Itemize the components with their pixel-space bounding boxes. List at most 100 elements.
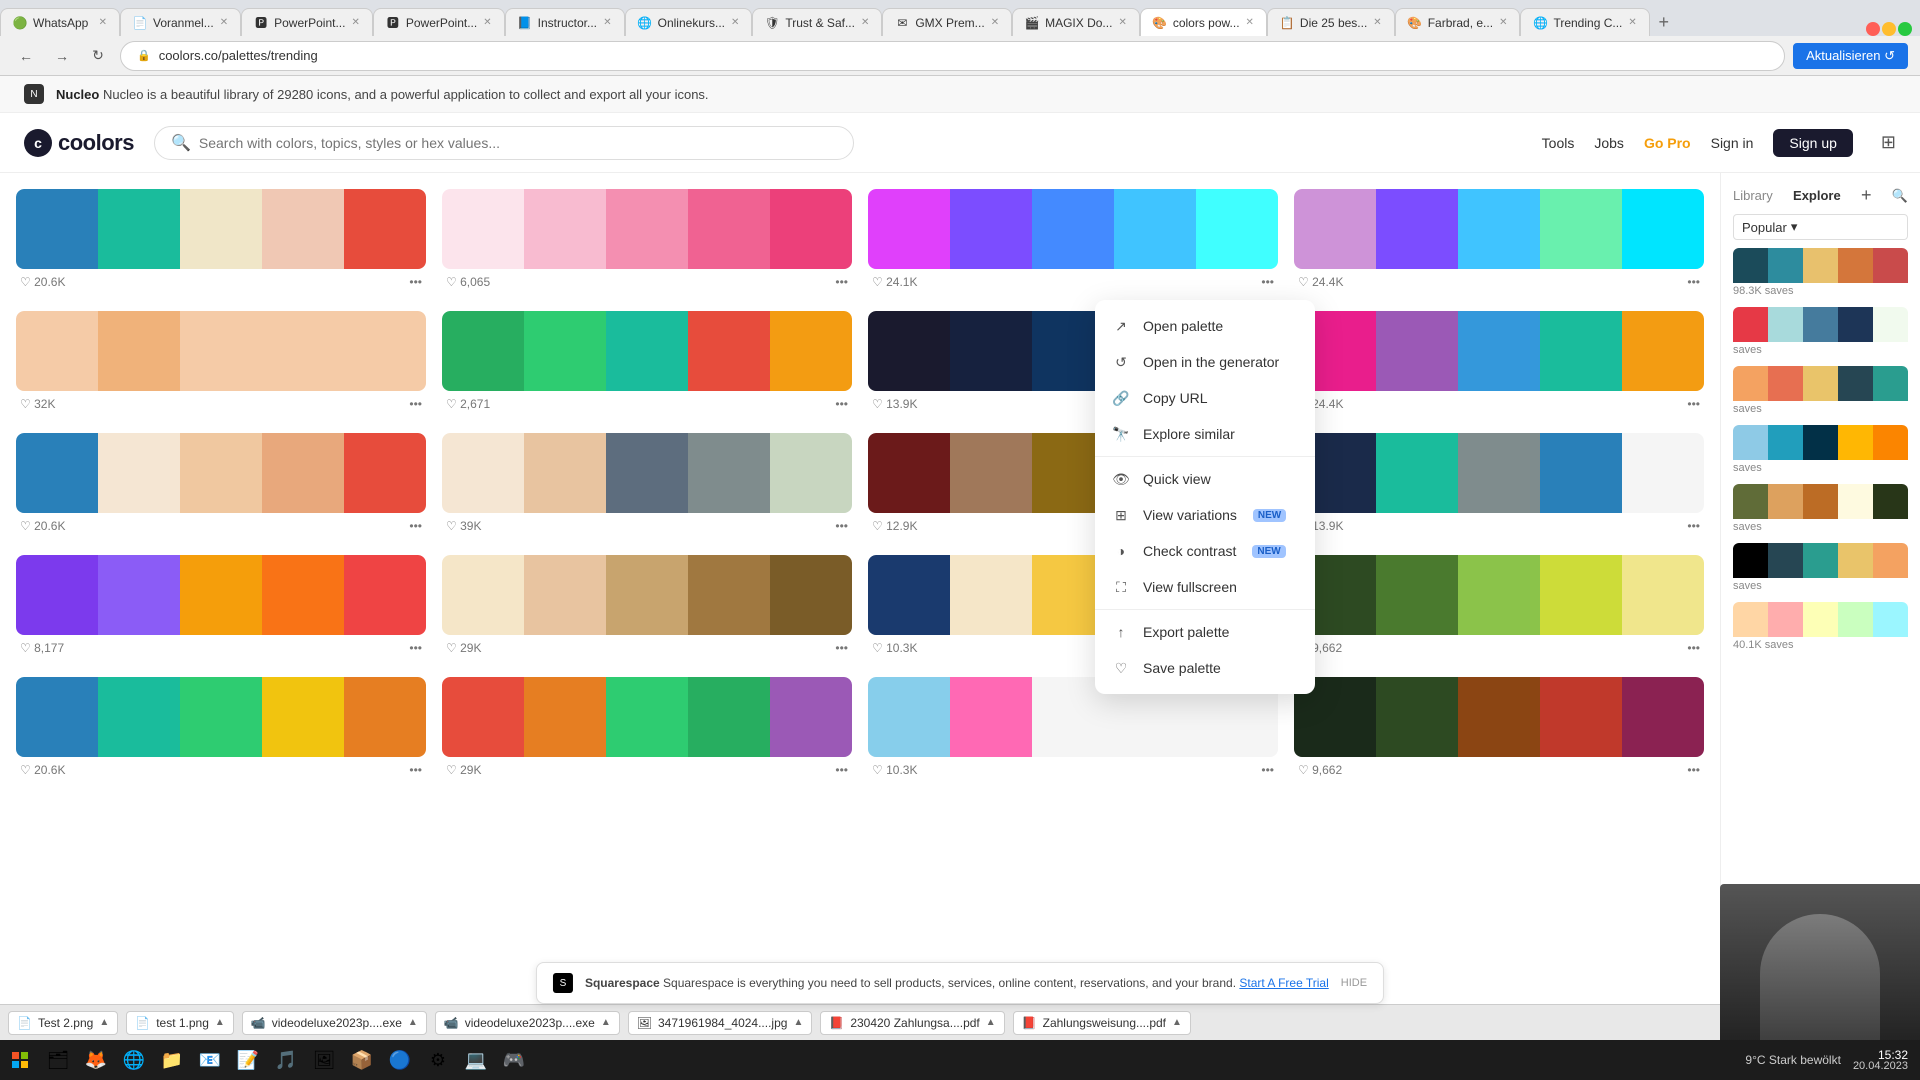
coolors-logo[interactable]: c coolors [24, 129, 134, 157]
taskbar-app-10[interactable]: ⚙ [420, 1042, 456, 1078]
context-menu-item-open-palette[interactable]: ↗ Open palette [1095, 308, 1315, 344]
taskbar-app-1[interactable]: 🦊 [78, 1042, 114, 1078]
file-chevron-icon[interactable]: ▲ [986, 1017, 996, 1028]
file-chevron-icon[interactable]: ▲ [1172, 1017, 1182, 1028]
file-chevron-icon[interactable]: ▲ [215, 1017, 225, 1028]
context-menu-item-explore-similar[interactable]: 🔭 Explore similar [1095, 416, 1315, 452]
palette-more-button[interactable]: ••• [409, 763, 422, 777]
palette-card[interactable]: ♡ 29K ••• [442, 677, 852, 783]
file-chevron-icon[interactable]: ▲ [601, 1017, 611, 1028]
download-item[interactable]: 📹 videodeluxe2023p....exe ▲ [435, 1011, 620, 1035]
palette-more-button[interactable]: ••• [409, 641, 422, 655]
file-chevron-icon[interactable]: ▲ [99, 1017, 109, 1028]
browser-tab-gmx[interactable]: ✉ GMX Prem... ✕ [882, 8, 1012, 36]
taskbar-app-12[interactable]: 🎮 [496, 1042, 532, 1078]
download-item[interactable]: 📄 Test 2.png ▲ [8, 1011, 118, 1035]
tab-close-button[interactable]: ✕ [731, 17, 739, 28]
browser-tab-colors[interactable]: 🎨 colors pow... ✕ [1140, 8, 1267, 36]
aktualisieren-button[interactable]: Aktualisieren ↺ [1793, 43, 1908, 69]
taskbar-app-6[interactable]: 🎵 [268, 1042, 304, 1078]
search-input[interactable] [199, 135, 837, 151]
palette-card[interactable]: ♡ 20.6K ••• [16, 189, 426, 295]
sidebar-palette-mini[interactable]: saves [1733, 484, 1908, 535]
tab-close-button[interactable]: ✕ [483, 17, 491, 28]
taskbar-app-0[interactable]: 🗂 [40, 1042, 76, 1078]
tab-close-button[interactable]: ✕ [1118, 17, 1126, 28]
context-menu-item-check-contrast[interactable]: ◑ Check contrast NEW [1095, 533, 1315, 569]
palette-card[interactable]: ♡ 9,662 ••• [1294, 677, 1704, 783]
palette-card[interactable]: ♡ 24.1K ••• [868, 189, 1278, 295]
palette-more-button[interactable]: ••• [835, 641, 848, 655]
download-item[interactable]: 📹 videodeluxe2023p....exe ▲ [242, 1011, 427, 1035]
palette-card[interactable]: ♡ 32K ••• [16, 311, 426, 417]
palette-card[interactable]: ♡ 8,177 ••• [16, 555, 426, 661]
tab-explore[interactable]: Explore [1793, 188, 1841, 203]
palette-more-button[interactable]: ••• [1687, 763, 1700, 777]
palette-more-button[interactable]: ••• [1687, 519, 1700, 533]
browser-tab-onlinekurs[interactable]: 🌐 Onlinekurs... ✕ [625, 8, 753, 36]
squarespace-cta[interactable]: Start A Free Trial [1239, 976, 1328, 990]
browser-tab-powerpoint1[interactable]: 🅿 PowerPoint... ✕ [241, 8, 373, 36]
maximize-window-button[interactable] [1898, 22, 1912, 36]
download-item[interactable]: 📕 Zahlungsweisung....pdf ▲ [1013, 1011, 1191, 1035]
palette-card[interactable]: ♡ 20.6K ••• [16, 433, 426, 539]
browser-tab-trust[interactable]: 🛡 Trust & Saf... ✕ [752, 8, 882, 36]
palette-more-button[interactable]: ••• [409, 397, 422, 411]
taskbar-app-7[interactable]: 🖼 [306, 1042, 342, 1078]
browser-tab-die25[interactable]: 📋 Die 25 bes... ✕ [1267, 8, 1395, 36]
sidebar-search-icon[interactable]: 🔍 [1892, 188, 1908, 204]
download-item[interactable]: 📄 test 1.png ▲ [126, 1011, 234, 1035]
taskbar-app-8[interactable]: 📦 [344, 1042, 380, 1078]
palette-more-button[interactable]: ••• [835, 519, 848, 533]
sidebar-palette-mini[interactable]: saves [1733, 425, 1908, 476]
palette-more-button[interactable]: ••• [835, 275, 848, 289]
palette-card[interactable]: ♡ 24.4K ••• [1294, 189, 1704, 295]
context-menu-item-view-variations[interactable]: ⊞ View variations NEW [1095, 497, 1315, 533]
palette-more-button[interactable]: ••• [1261, 763, 1274, 777]
palette-card[interactable]: ♡ 39K ••• [442, 433, 852, 539]
tab-close-button[interactable]: ✕ [603, 17, 611, 28]
palette-more-button[interactable]: ••• [1687, 397, 1700, 411]
tab-close-button[interactable]: ✕ [220, 17, 228, 28]
taskbar-app-3[interactable]: 📁 [154, 1042, 190, 1078]
palette-more-button[interactable]: ••• [409, 519, 422, 533]
browser-tab-magix[interactable]: 🎬 MAGIX Do... ✕ [1012, 8, 1140, 36]
jobs-link[interactable]: Jobs [1594, 135, 1624, 151]
tab-close-button[interactable]: ✕ [991, 17, 999, 28]
sidebar-palette-mini[interactable]: saves [1733, 543, 1908, 594]
tab-close-button[interactable]: ✕ [351, 17, 359, 28]
search-bar[interactable]: 🔍 [154, 126, 854, 160]
back-button[interactable]: ← [12, 42, 40, 70]
taskbar-app-2[interactable]: 🌐 [116, 1042, 152, 1078]
tab-close-button[interactable]: ✕ [1628, 17, 1636, 28]
close-window-button[interactable] [1866, 22, 1880, 36]
layout-grid-icon[interactable]: ⊞ [1881, 132, 1896, 153]
tools-link[interactable]: Tools [1542, 135, 1575, 151]
palette-more-button[interactable]: ••• [1687, 275, 1700, 289]
taskbar-app-4[interactable]: 📧 [192, 1042, 228, 1078]
signin-link[interactable]: Sign in [1711, 135, 1754, 151]
download-item[interactable]: 🖼 3471961984_4024....jpg ▲ [628, 1011, 813, 1035]
tab-close-button[interactable]: ✕ [1246, 17, 1254, 28]
download-item[interactable]: 📕 230420 Zahlungsa....pdf ▲ [820, 1011, 1004, 1035]
palette-more-button[interactable]: ••• [409, 275, 422, 289]
palette-card[interactable]: ♡ 20.6K ••• [16, 677, 426, 783]
palette-card[interactable]: ♡ 9,662 ••• [1294, 555, 1704, 661]
browser-tab-farbrad[interactable]: 🎨 Farbrad, e... ✕ [1395, 8, 1521, 36]
palette-card[interactable]: ♡ 13.9K ••• [1294, 433, 1704, 539]
palette-more-button[interactable]: ••• [835, 397, 848, 411]
palette-more-button[interactable]: ••• [1261, 275, 1274, 289]
context-menu-item-open-in-the-generator[interactable]: ↺ Open in the generator [1095, 344, 1315, 380]
sidebar-add-icon[interactable]: + [1861, 185, 1872, 206]
browser-tab-powerpoint2[interactable]: 🅿 PowerPoint... ✕ [373, 8, 505, 36]
palette-card[interactable]: ♡ 29K ••• [442, 555, 852, 661]
palette-card[interactable]: ♡ 2,671 ••• [442, 311, 852, 417]
context-menu-item-save-palette[interactable]: ♡ Save palette [1095, 650, 1315, 686]
address-bar[interactable]: 🔒 coolors.co/palettes/trending [120, 41, 1785, 71]
popular-dropdown[interactable]: Popular ▾ [1733, 214, 1908, 240]
browser-tab-instructor[interactable]: 📘 Instructor... ✕ [505, 8, 625, 36]
palette-more-button[interactable]: ••• [1687, 641, 1700, 655]
taskbar-app-5[interactable]: 📝 [230, 1042, 266, 1078]
browser-tab-whatsapp[interactable]: 🟢 WhatsApp ✕ [0, 8, 120, 36]
context-menu-item-copy-url[interactable]: 🔗 Copy URL [1095, 380, 1315, 416]
